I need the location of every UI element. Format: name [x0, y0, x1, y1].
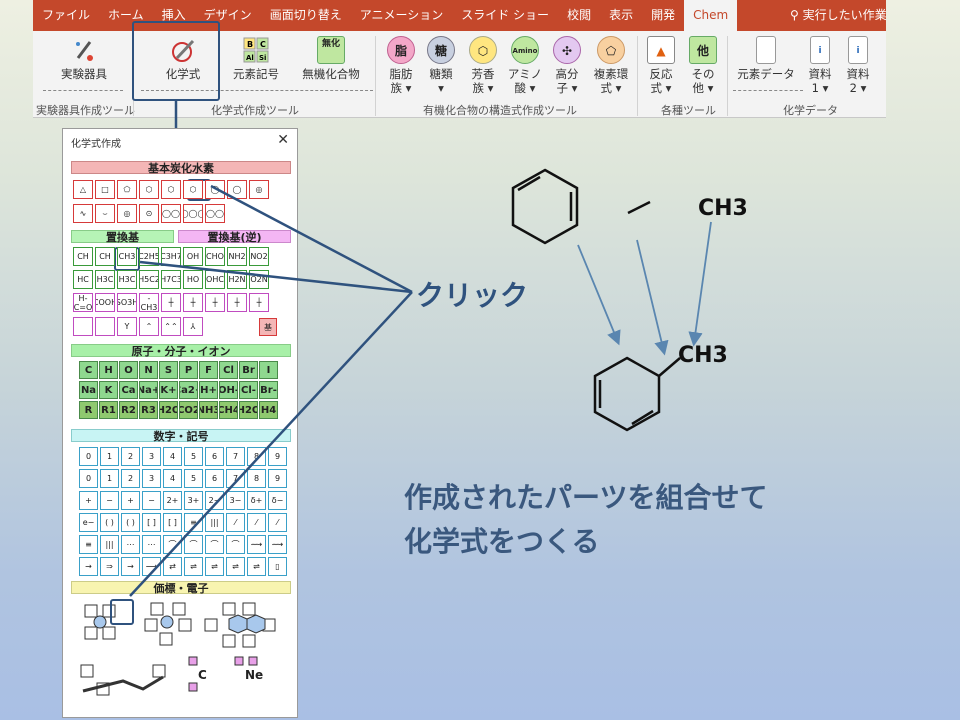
benzene-part [511, 168, 579, 245]
ch3-product-label: CH3 [678, 343, 728, 368]
product-methyl: CH3 [678, 343, 728, 368]
ch3-label: CH3 [698, 196, 748, 221]
methyl-part: CH3 [698, 196, 748, 221]
instruction-line-2: 化学式をつくる [404, 525, 600, 558]
instruction-line-1: 作成されたパーツを組合せて [404, 481, 768, 514]
toluene-product [593, 356, 681, 432]
annotation-overlay [129, 101, 712, 597]
click-callout: クリック [416, 279, 529, 312]
bond-part [627, 200, 651, 215]
